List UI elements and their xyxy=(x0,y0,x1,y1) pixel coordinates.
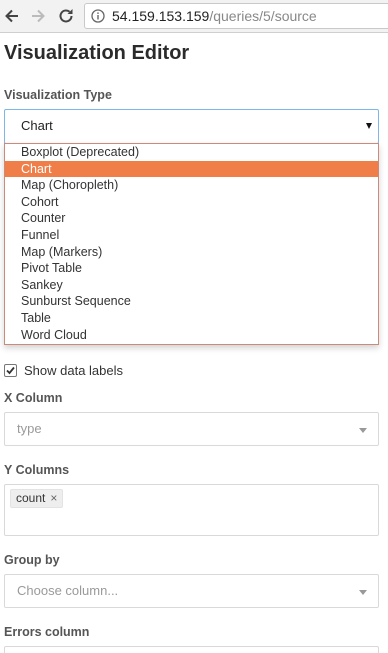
viz-option[interactable]: Funnel xyxy=(5,227,378,244)
viz-option[interactable]: Map (Markers) xyxy=(5,244,378,261)
viz-type-label: Visualization Type xyxy=(4,88,112,102)
viz-option-highlighted[interactable]: Chart xyxy=(5,160,378,178)
show-data-labels-label: Show data labels xyxy=(24,363,124,378)
show-data-labels-checkbox[interactable] xyxy=(4,364,17,377)
viz-type-select[interactable]: Chart xyxy=(4,109,379,144)
url-text: 54.159.153.159/queries/5/source xyxy=(112,4,317,28)
y-columns-label: Y Columns xyxy=(4,463,70,477)
viz-type-selected: Chart xyxy=(21,118,53,133)
viz-option[interactable]: Map (Choropleth) xyxy=(5,177,378,194)
remove-tag-icon[interactable]: × xyxy=(50,491,57,505)
caret-down-icon xyxy=(359,428,367,433)
group-by-label: Group by xyxy=(4,553,60,567)
back-arrow-icon[interactable] xyxy=(2,6,22,26)
errors-column-label: Errors column xyxy=(4,625,90,639)
x-column-placeholder: type xyxy=(17,421,42,436)
viz-option[interactable]: Counter xyxy=(5,210,378,227)
group-by-placeholder: Choose column... xyxy=(17,583,119,598)
checkmark-icon xyxy=(6,366,15,375)
viz-option[interactable]: Boxplot (Deprecated) xyxy=(5,144,378,161)
viz-type-dropdown: Boxplot (Deprecated) Chart Map (Chorople… xyxy=(4,143,379,345)
viz-option[interactable]: Word Cloud xyxy=(5,327,378,344)
caret-down-icon xyxy=(366,123,372,129)
y-columns-select[interactable]: count × xyxy=(4,484,379,536)
caret-down-icon xyxy=(359,590,367,595)
group-by-select[interactable]: Choose column... xyxy=(4,574,379,608)
x-column-label: X Column xyxy=(4,391,63,405)
viz-option[interactable]: Pivot Table xyxy=(5,260,378,277)
viz-option[interactable]: Sunburst Sequence xyxy=(5,293,378,310)
viz-option[interactable]: Sankey xyxy=(5,277,378,294)
viz-option[interactable]: Cohort xyxy=(5,194,378,211)
url-host: 54.159.153.159 xyxy=(112,8,210,24)
info-icon[interactable] xyxy=(91,9,105,23)
y-column-tag: count × xyxy=(10,489,64,508)
errors-column-select[interactable] xyxy=(4,646,379,653)
address-bar[interactable]: 54.159.153.159/queries/5/source xyxy=(84,3,388,29)
browser-toolbar: 54.159.153.159/queries/5/source xyxy=(0,0,388,33)
viz-option[interactable]: Table xyxy=(5,310,378,327)
y-column-tag-label: count xyxy=(16,491,46,505)
url-path: /queries/5/source xyxy=(209,8,317,24)
page-title: Visualization Editor xyxy=(4,42,190,64)
forward-arrow-icon[interactable] xyxy=(28,6,48,26)
reload-icon[interactable] xyxy=(56,6,76,26)
x-column-select[interactable]: type xyxy=(4,412,379,446)
